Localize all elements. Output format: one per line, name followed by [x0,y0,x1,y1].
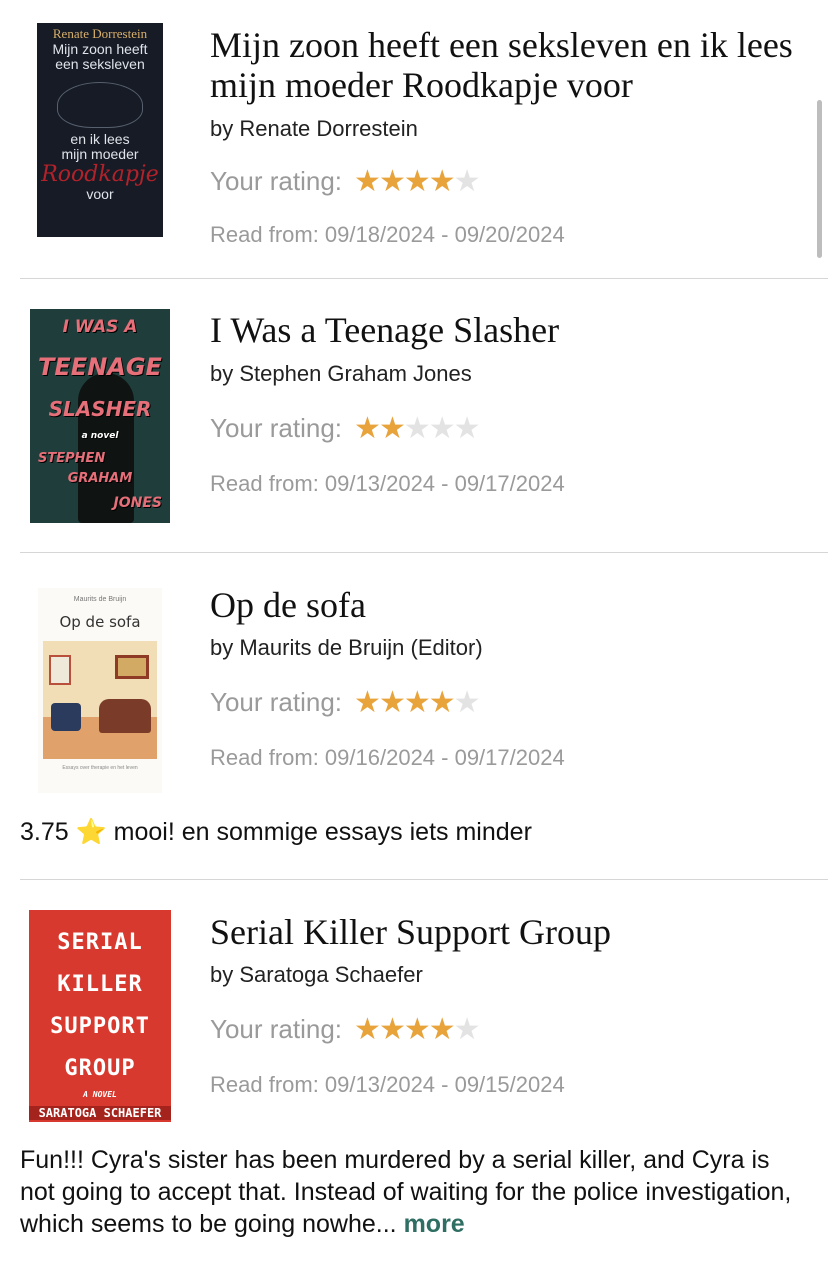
cover-text: JONES [113,495,162,511]
star-filled-icon[interactable]: ★ [429,686,456,719]
cover-text: TEENAGE [38,353,162,381]
rating-row: Your rating: ★★★★★ [210,164,481,199]
cover-text: Roodkapje [41,162,159,187]
star-filled-icon[interactable]: ★ [404,1013,431,1046]
star-filled-icon[interactable]: ★ [379,1013,406,1046]
rating-label: Your rating: [210,413,343,443]
book-title[interactable]: Serial Killer Support Group [210,912,810,952]
cover-text: en ik lees [70,131,130,147]
rating-row: Your rating: ★★★★★ [210,685,481,720]
star-empty-icon[interactable]: ★ [404,412,431,445]
book-cover[interactable]: Maurits de Bruijn Op de sofa Essays over… [38,588,162,793]
book-cover[interactable]: SERIAL KILLER SUPPORT GROUP A NOVEL SARA… [29,910,171,1122]
cover-text: I WAS A [62,317,138,337]
more-link[interactable]: more [404,1210,465,1238]
star-rating[interactable]: ★★★★★ [354,164,481,199]
cover-text: een seksleven [55,56,145,72]
star-filled-icon[interactable]: ★ [404,165,431,198]
star-filled-icon[interactable]: ★ [354,412,381,445]
star-empty-icon[interactable]: ★ [454,1013,481,1046]
divider [20,278,828,279]
book-author[interactable]: by Saratoga Schaefer [210,962,423,988]
cover-text: SERIAL [57,930,143,955]
star-rating[interactable]: ★★★★★ [354,685,481,720]
rating-row: Your rating: ★★★★★ [210,1012,481,1047]
cover-editor: Maurits de Bruijn [73,596,127,603]
cover-text: STEPHEN [38,451,106,466]
star-empty-icon[interactable]: ★ [454,686,481,719]
star-empty-icon[interactable]: ★ [429,412,456,445]
cover-text: A NOVEL [83,1090,117,1099]
rating-row: Your rating: ★★★★★ [210,411,481,446]
book-cover[interactable]: I WAS A TEENAGE SLASHER a novel STEPHEN … [30,309,170,523]
read-dates: Read from: 09/13/2024 - 09/15/2024 [210,1072,565,1097]
star-rating[interactable]: ★★★★★ [354,411,481,446]
star-filled-icon[interactable]: ★ [379,412,406,445]
cover-text: Mijn zoon heeft [52,41,148,57]
review-text[interactable]: 3.75 ⭐️ mooi! en sommige essays iets min… [20,816,810,848]
star-empty-icon[interactable]: ★ [454,412,481,445]
star-empty-icon[interactable]: ★ [454,165,481,198]
read-dates: Read from: 09/13/2024 - 09/17/2024 [210,471,565,496]
star-filled-icon[interactable]: ★ [354,165,381,198]
rating-label: Your rating: [210,687,343,717]
divider [20,879,828,880]
cover-text: mijn moeder [61,146,139,162]
book-author[interactable]: by Stephen Graham Jones [210,361,472,387]
cover-author: SARATOGA SCHAEFER [29,1106,171,1120]
book-author[interactable]: by Renate Dorrestein [210,116,418,142]
cover-text: SLASHER [48,397,152,421]
rating-label: Your rating: [210,1014,343,1044]
rating-label: Your rating: [210,166,343,196]
cover-author: Renate Dorrestein [52,26,148,41]
scrollbar[interactable] [817,100,822,258]
book-cover[interactable]: Renate Dorrestein Mijn zoon heeft een se… [37,23,163,237]
star-filled-icon[interactable]: ★ [379,165,406,198]
book-author[interactable]: by Maurits de Bruijn (Editor) [210,635,483,661]
book-title[interactable]: I Was a Teenage Slasher [210,310,810,350]
cover-text: GROUP [64,1056,136,1081]
turtle-illustration [57,82,143,128]
cover-text: a novel [81,431,119,441]
review-text[interactable]: Fun!!! Cyra's sister has been murdered b… [20,1144,810,1240]
star-filled-icon[interactable]: ★ [404,686,431,719]
read-dates: Read from: 09/18/2024 - 09/20/2024 [210,222,565,247]
cover-text: KILLER [57,972,143,997]
star-rating[interactable]: ★★★★★ [354,1012,481,1047]
cover-title: Op de sofa [59,613,141,631]
star-filled-icon[interactable]: ★ [354,686,381,719]
star-filled-icon[interactable]: ★ [429,1013,456,1046]
cover-text: voor [86,186,114,202]
read-dates: Read from: 09/16/2024 - 09/17/2024 [210,745,565,770]
book-title[interactable]: Op de sofa [210,585,810,625]
cover-text: SUPPORT [50,1014,150,1039]
divider [20,552,828,553]
star-filled-icon[interactable]: ★ [379,686,406,719]
cover-subtitle: Essays over therapie en het leven [62,765,138,771]
star-filled-icon[interactable]: ★ [354,1013,381,1046]
living-room-illustration [43,641,157,759]
star-filled-icon[interactable]: ★ [429,165,456,198]
book-title[interactable]: Mijn zoon heeft een seksleven en ik lees… [210,25,810,105]
cover-text: GRAHAM [67,471,133,486]
